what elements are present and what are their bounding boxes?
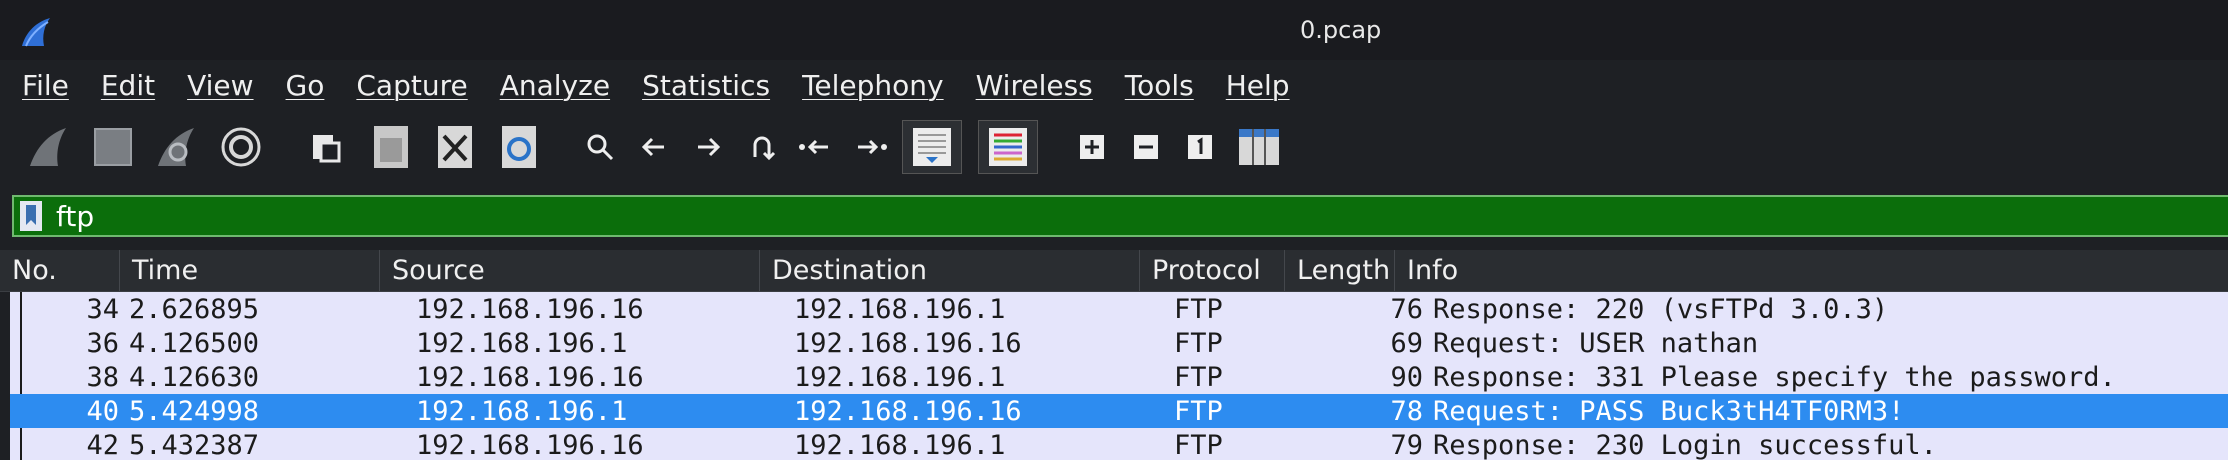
wireshark-logo-icon (22, 18, 50, 47)
cell-protocol: FTP (1174, 429, 1223, 460)
cell-protocol: FTP (1174, 293, 1223, 325)
cell-destination: 192.168.196.16 (794, 327, 1022, 359)
column-header-protocol[interactable]: Protocol (1140, 250, 1285, 291)
cell-destination: 192.168.196.1 (794, 293, 1006, 325)
column-header-length[interactable]: Length (1285, 250, 1395, 291)
cell-protocol: FTP (1174, 361, 1223, 393)
column-header-no[interactable]: No. (0, 250, 120, 291)
cell-length: 76 (1390, 293, 1423, 325)
bookmark-icon[interactable] (14, 198, 50, 234)
packet-row[interactable]: 38 4.126630 192.168.196.16 192.168.196.1 FTP… (10, 360, 2228, 394)
row-relation-line (20, 326, 34, 360)
menu-edit[interactable]: Edit (101, 69, 155, 102)
packet-list-header: No. Time Source Destination Protocol Len… (0, 250, 2228, 292)
restart-capture-icon[interactable] (150, 120, 204, 174)
cell-protocol: FTP (1174, 395, 1223, 427)
column-header-info[interactable]: Info (1395, 250, 2228, 291)
cell-time: 4.126500 (129, 327, 260, 359)
menu-capture[interactable]: Capture (356, 69, 467, 102)
packet-row[interactable]: 34 2.626895 192.168.196.16 192.168.196.1 FTP… (10, 292, 2228, 326)
cell-source: 192.168.196.16 (416, 361, 644, 393)
cell-info: Response: 230 Login successful. (1433, 429, 1937, 460)
open-file-icon[interactable] (300, 120, 354, 174)
cell-protocol: FTP (1174, 327, 1223, 359)
cell-info: Response: 220 (vsFTPd 3.0.3) (1433, 293, 1889, 325)
menu-file[interactable]: File (22, 69, 69, 102)
menu-statistics[interactable]: Statistics (642, 69, 770, 102)
menu-tools[interactable]: Tools (1125, 69, 1194, 102)
cell-source: 192.168.196.1 (416, 395, 628, 427)
row-relation-line (20, 292, 34, 326)
menu-help[interactable]: Help (1226, 69, 1290, 102)
cell-time: 5.424998 (129, 395, 260, 427)
row-relation-line (20, 428, 34, 460)
display-filter-input[interactable] (50, 197, 2228, 235)
colorize-icon[interactable] (978, 120, 1038, 174)
cell-destination: 192.168.196.1 (794, 429, 1006, 460)
cell-source: 192.168.196.16 (416, 429, 644, 460)
stop-capture-icon[interactable] (86, 120, 140, 174)
cell-destination: 192.168.196.16 (794, 395, 1022, 427)
find-packet-icon[interactable] (578, 120, 622, 174)
column-header-source[interactable]: Source (380, 250, 760, 291)
cell-time: 4.126630 (129, 361, 260, 393)
resize-columns-icon[interactable] (1232, 120, 1286, 174)
normal-size-icon[interactable] (1178, 120, 1222, 174)
packet-row[interactable]: 36 4.126500 192.168.196.1 192.168.196.16 FTP… (10, 326, 2228, 360)
go-forward-icon[interactable] (686, 120, 730, 174)
go-to-packet-icon[interactable] (740, 120, 784, 174)
row-relation-line (20, 360, 34, 394)
cell-destination: 192.168.196.1 (794, 361, 1006, 393)
cell-time: 5.432387 (129, 429, 260, 460)
cell-info: Response: 331 Please specify the passwor… (1433, 361, 2116, 393)
cell-time: 2.626895 (129, 293, 260, 325)
menu-wireless[interactable]: Wireless (976, 69, 1093, 102)
packet-list: No. Time Source Destination Protocol Len… (0, 250, 2228, 460)
display-filter-bar (12, 195, 2228, 237)
cell-source: 192.168.196.1 (416, 327, 628, 359)
column-header-time[interactable]: Time (120, 250, 380, 291)
menu-analyze[interactable]: Analyze (500, 69, 610, 102)
column-header-destination[interactable]: Destination (760, 250, 1140, 291)
cell-length: 78 (1390, 395, 1423, 427)
main-toolbar (0, 112, 2228, 182)
zoom-in-icon[interactable] (1070, 120, 1114, 174)
menu-bar: File Edit View Go Capture Analyze Statis… (0, 60, 2228, 110)
cell-no: 40 (86, 395, 119, 427)
reload-file-icon[interactable] (492, 120, 546, 174)
start-capture-icon[interactable] (22, 120, 76, 174)
menu-go[interactable]: Go (286, 69, 325, 102)
cell-length: 90 (1390, 361, 1423, 393)
packet-row[interactable]: 42 5.432387 192.168.196.16 192.168.196.1 FTP… (10, 428, 2228, 460)
menu-view[interactable]: View (187, 69, 253, 102)
window-title: 0.pcap (1300, 16, 1382, 44)
cell-length: 69 (1390, 327, 1423, 359)
cell-length: 79 (1390, 429, 1423, 460)
cell-source: 192.168.196.16 (416, 293, 644, 325)
packet-rows: 34 2.626895 192.168.196.16 192.168.196.1 FTP… (10, 292, 2228, 460)
last-packet-icon[interactable] (848, 120, 892, 174)
cell-info: Request: USER nathan (1433, 327, 1759, 359)
save-file-icon[interactable] (364, 120, 418, 174)
title-bar: 0.pcap (0, 0, 2228, 60)
packet-row-selected[interactable]: 40 5.424998 192.168.196.1 192.168.196.16 FTP… (10, 394, 2228, 428)
menu-telephony[interactable]: Telephony (802, 69, 944, 102)
autoscroll-icon[interactable] (902, 120, 962, 174)
capture-options-icon[interactable] (214, 120, 268, 174)
zoom-out-icon[interactable] (1124, 120, 1168, 174)
go-back-icon[interactable] (632, 120, 676, 174)
close-file-icon[interactable] (428, 120, 482, 174)
first-packet-icon[interactable] (794, 120, 838, 174)
cell-info: Request: PASS Buck3tH4TF0RM3! (1433, 395, 1905, 427)
